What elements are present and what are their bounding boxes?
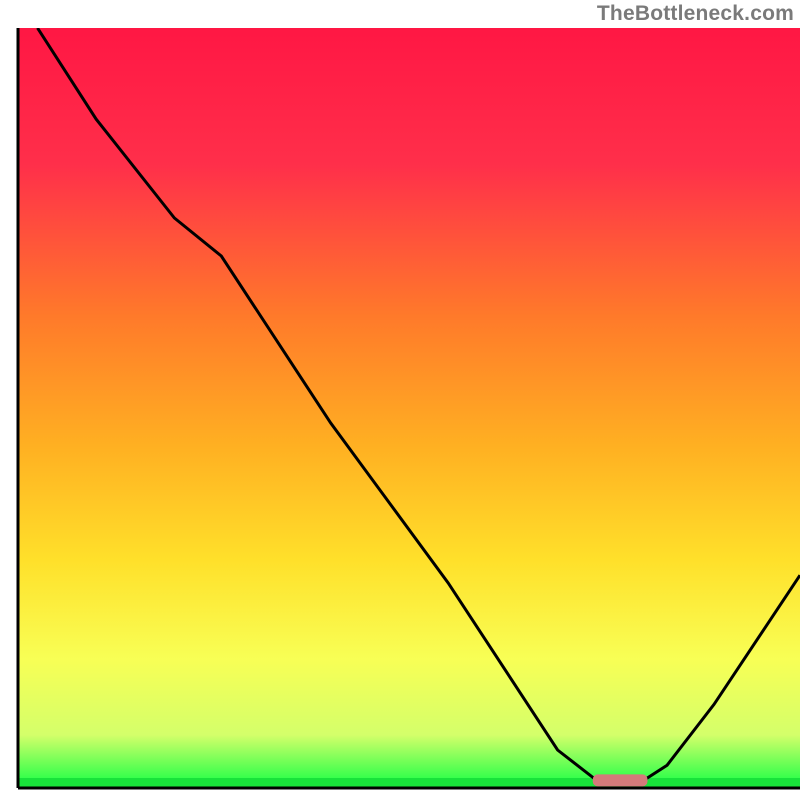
bottleneck-chart	[0, 0, 800, 800]
gradient-background	[18, 28, 800, 788]
chart-container: { "watermark": "TheBottleneck.com", "cha…	[0, 0, 800, 800]
optimal-marker	[593, 774, 648, 786]
